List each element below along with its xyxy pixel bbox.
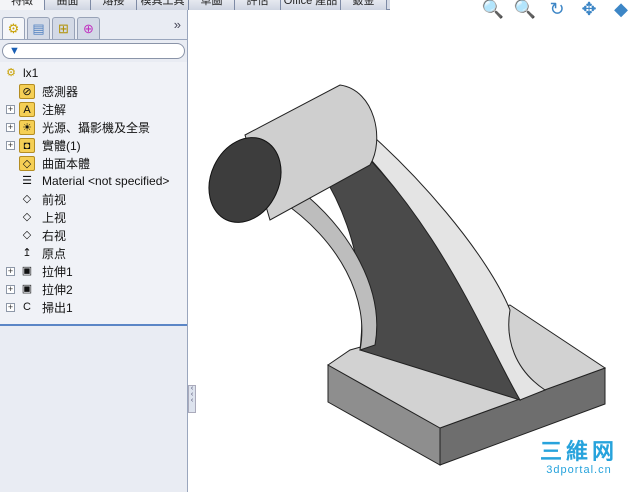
dim-xpert-tab[interactable]: ⊕ xyxy=(77,17,100,39)
tree-item-label: 實體(1) xyxy=(42,138,81,153)
tree-item[interactable]: + C 掃出1 xyxy=(0,298,187,316)
tree-item-label: 拉伸1 xyxy=(42,264,73,279)
view-orientation-icon[interactable]: ◆ xyxy=(608,0,634,20)
tab-5[interactable]: 評估 xyxy=(235,0,281,10)
tree-item-label: 右视 xyxy=(42,228,67,243)
tree-item[interactable]: ☰ Material <not specified> xyxy=(0,172,187,190)
expand-icon[interactable]: + xyxy=(6,104,15,114)
plane-icon: ◇ xyxy=(22,210,32,223)
configuration-manager-icon: ⊞ xyxy=(58,20,69,36)
dim-xpert-icon: ⊕ xyxy=(83,20,94,36)
tree-item[interactable]: ⊘ 感測器 xyxy=(0,82,187,100)
tree-item-label: 感測器 xyxy=(42,84,79,99)
expand-icon[interactable]: + xyxy=(6,284,15,294)
more-tabs-button[interactable]: » xyxy=(174,17,181,32)
property-manager-icon: ▤ xyxy=(32,20,45,36)
tree-item[interactable]: + ☀ 光源、攝影機及全景 xyxy=(0,118,187,136)
filter-icon: ▼ xyxy=(9,45,20,57)
tree-item[interactable]: + ▣ 拉伸2 xyxy=(0,280,187,298)
plane-icon: ◇ xyxy=(22,192,32,205)
zoom-to-area-icon[interactable]: 🔍 xyxy=(512,0,538,20)
tree-item[interactable]: + A 注解 xyxy=(0,100,187,118)
tab-7[interactable]: 鈑金 xyxy=(341,0,387,10)
tree-item[interactable]: + ▣ 拉伸1 xyxy=(0,262,187,280)
command-manager-tabs: 特徵 曲面 熔接 模具工具 草圖 評估 Office 產品 鈑金 xyxy=(0,0,390,10)
tree-item-label: 注解 xyxy=(42,102,67,117)
tree-item-label: 拉伸2 xyxy=(42,282,73,297)
feature-manager-tab[interactable]: ⚙ xyxy=(2,17,25,39)
panel-splitter[interactable]: ‹ ‹ ‹ xyxy=(188,385,196,413)
tab-2[interactable]: 熔接 xyxy=(91,0,137,10)
extrude-icon: ▣ xyxy=(21,282,33,295)
annotations-folder-icon: A xyxy=(19,101,35,117)
plane-icon: ◇ xyxy=(22,228,32,241)
tree-item[interactable]: ↥ 原点 xyxy=(0,244,187,262)
tree-item-label: 前视 xyxy=(42,192,67,207)
surface-bodies-folder-icon: ◇ xyxy=(19,155,35,171)
tab-6[interactable]: Office 產品 xyxy=(281,0,341,10)
expand-icon[interactable]: + xyxy=(6,140,15,150)
tree-item-label: 曲面本體 xyxy=(42,156,91,171)
part-icon: ⚙ xyxy=(6,66,16,79)
tree-item-label: Material <not specified> xyxy=(42,174,170,188)
expand-icon[interactable]: + xyxy=(6,266,15,276)
feature-manager-panel: ⚙ ▤ ⊞ ⊕ » ▼ ⚙ lx1 ⊘ 感測器 + A 注解 + ☀ 光源、攝影機及全景 + ◘ 實體… xyxy=(0,10,188,492)
rotate-icon[interactable]: ↻ xyxy=(544,0,570,20)
lights-folder-icon: ☀ xyxy=(19,119,35,135)
tab-1[interactable]: 曲面 xyxy=(45,0,91,10)
tree-item[interactable]: ◇ 右视 xyxy=(0,226,187,244)
tree-item-label: 上视 xyxy=(42,210,67,225)
expand-icon[interactable]: + xyxy=(6,302,15,312)
feature-tree: ⚙ lx1 ⊘ 感測器 + A 注解 + ☀ 光源、攝影機及全景 + ◘ 實體(1) ◇ 曲面本體 ☰ Mat… xyxy=(0,62,187,326)
tab-4[interactable]: 草圖 xyxy=(189,0,235,10)
tree-root[interactable]: ⚙ lx1 xyxy=(0,64,187,82)
material-icon: ☰ xyxy=(22,174,32,187)
tab-0[interactable]: 特徵 xyxy=(0,0,45,10)
tree-item[interactable]: ◇ 前视 xyxy=(0,190,187,208)
tree-item[interactable]: ◇ 上视 xyxy=(0,208,187,226)
expand-icon[interactable]: + xyxy=(6,122,15,132)
pan-icon[interactable]: ✥ xyxy=(576,0,602,20)
sensor-folder-icon: ⊘ xyxy=(19,83,35,99)
origin-icon: ↥ xyxy=(22,246,32,259)
tree-filter-input[interactable]: ▼ xyxy=(2,43,185,59)
zoom-to-fit-icon[interactable]: 🔍 xyxy=(480,0,506,20)
panel-tabs: ⚙ ▤ ⊞ ⊕ » xyxy=(0,10,187,40)
tree-root-label: lx1 xyxy=(23,66,39,80)
tree-item[interactable]: ◇ 曲面本體 xyxy=(0,154,187,172)
tree-item-label: 原点 xyxy=(42,246,67,261)
3d-model-viewport[interactable] xyxy=(196,20,640,492)
heads-up-view-toolbar: 🔍 🔍 ↻ ✥ ◆ xyxy=(480,0,634,20)
tree-item-label: 掃出1 xyxy=(42,300,73,315)
feature-manager-icon: ⚙ xyxy=(7,20,20,36)
solid-bodies-folder-icon: ◘ xyxy=(19,137,35,153)
tree-item[interactable]: + ◘ 實體(1) xyxy=(0,136,187,154)
watermark-logo: 三維网 3dportal.cn xyxy=(540,439,619,477)
property-manager-tab[interactable]: ▤ xyxy=(27,17,50,39)
configuration-manager-tab[interactable]: ⊞ xyxy=(52,17,75,39)
tree-item-label: 光源、攝影機及全景 xyxy=(42,120,151,135)
tab-3[interactable]: 模具工具 xyxy=(137,0,189,10)
extrude-icon: ▣ xyxy=(21,264,33,277)
sweep-icon: C xyxy=(23,300,31,313)
